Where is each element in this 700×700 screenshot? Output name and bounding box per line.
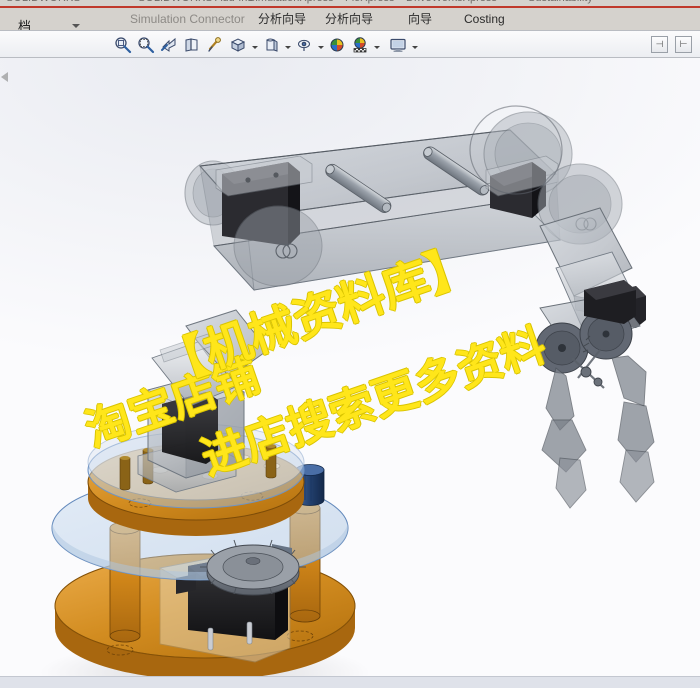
view-settings-icon[interactable] bbox=[349, 34, 371, 56]
zoom-to-fit-icon[interactable] bbox=[112, 34, 134, 56]
robotic-arm-model[interactable] bbox=[0, 58, 700, 688]
pan-view-icon[interactable] bbox=[204, 34, 226, 56]
command-simulation-connector[interactable]: Simulation Connector bbox=[130, 11, 245, 27]
ribbon-tab-solidworks[interactable]: SOLIDWORKS bbox=[6, 0, 81, 4]
view-toolbar-items bbox=[112, 34, 419, 56]
command-costing[interactable]: Costing bbox=[464, 11, 505, 27]
panel-toggle-group: ⊣ ⊢ bbox=[651, 36, 692, 53]
ribbon-tab-driveworksxpress[interactable]: DriveWorksXpress bbox=[406, 0, 497, 4]
file-menu-chevron-down-icon[interactable] bbox=[72, 24, 80, 28]
graphics-viewport[interactable]: 淘宝店铺 进店搜索更多资料 【机械资料库】 bbox=[0, 58, 700, 688]
rotate-view-icon[interactable] bbox=[181, 34, 203, 56]
display-style-icon[interactable] bbox=[260, 34, 282, 56]
shoulder-servo bbox=[215, 155, 323, 287]
command-analysis-wizard-1[interactable]: 分析向导 bbox=[258, 11, 306, 27]
ribbon-tab-simulationxpress[interactable]: SimulationXpress bbox=[248, 0, 334, 4]
expand-right-panel-button[interactable]: ⊢ bbox=[675, 36, 692, 53]
collapse-left-panel-button[interactable]: ⊣ bbox=[651, 36, 668, 53]
hide-show-items-icon[interactable] bbox=[293, 34, 315, 56]
zoom-in-out-icon[interactable] bbox=[158, 34, 180, 56]
solidworks-window: SOLIDWORKS SOLIDWORKS Add-Ins Simulation… bbox=[0, 0, 700, 700]
status-bar bbox=[0, 676, 700, 688]
expand-right-icon: ⊢ bbox=[679, 39, 688, 49]
view-orientation-icon[interactable] bbox=[227, 34, 249, 56]
view-toolbar: ⊣ ⊢ bbox=[0, 30, 700, 58]
zoom-to-area-icon[interactable] bbox=[135, 34, 157, 56]
view-orientation-chevron-down-icon[interactable] bbox=[250, 34, 259, 56]
viewport-layout-icon[interactable] bbox=[387, 34, 409, 56]
viewport-layout-chevron-down-icon[interactable] bbox=[410, 34, 419, 56]
view-settings-chevron-down-icon[interactable] bbox=[372, 34, 381, 56]
command-analysis-wizard-2[interactable]: 分析向导 bbox=[325, 11, 373, 27]
display-style-chevron-down-icon[interactable] bbox=[283, 34, 292, 56]
apply-scene-icon[interactable] bbox=[326, 34, 348, 56]
ribbon-tab-sustainability[interactable]: Sustainability bbox=[528, 0, 593, 4]
command-wizard[interactable]: 向导 bbox=[408, 11, 432, 27]
hide-show-chevron-down-icon[interactable] bbox=[316, 34, 325, 56]
ribbon-tab-floxpress[interactable]: FloXpress bbox=[345, 0, 395, 4]
ribbon-tab-solidworks-addins[interactable]: SOLIDWORKS Add-Ins bbox=[138, 0, 253, 4]
ribbon-command-row: 档 Simulation Connector 分析向导 分析向导 向导 Cost… bbox=[0, 8, 700, 35]
collapse-left-icon: ⊣ bbox=[655, 39, 664, 49]
